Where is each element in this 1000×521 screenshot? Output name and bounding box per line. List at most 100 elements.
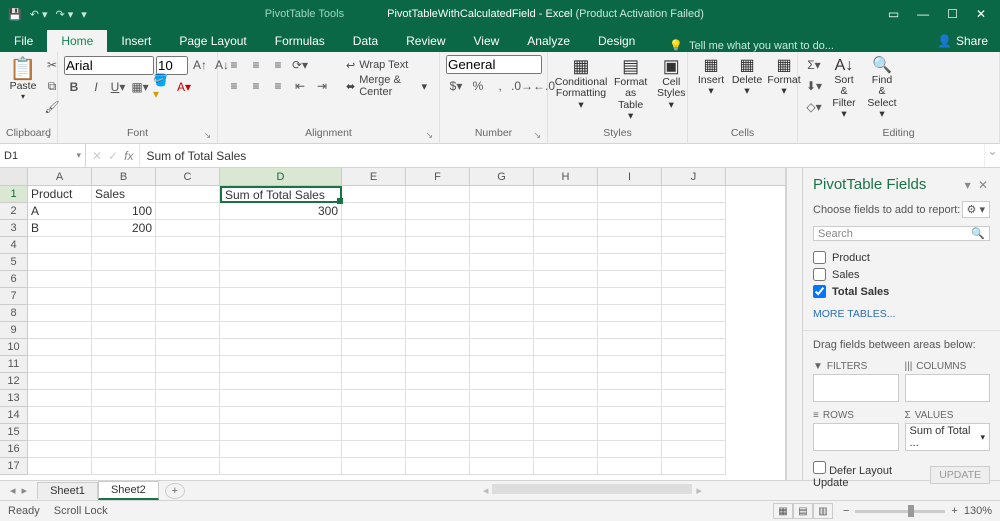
cell-I4[interactable] (598, 237, 662, 254)
cell-B3[interactable]: 200 (92, 220, 156, 237)
enter-formula-icon[interactable]: ✓ (108, 149, 118, 163)
normal-view-button[interactable]: ▦ (773, 503, 793, 519)
tab-view[interactable]: View (460, 30, 514, 52)
italic-button[interactable]: I (86, 77, 106, 97)
cell-B1[interactable]: Sales (92, 186, 156, 203)
clear-button[interactable]: ◇▾ (804, 97, 824, 117)
pane-gear-button[interactable]: ⚙ ▾ (962, 201, 990, 218)
sort-filter-button[interactable]: A↓Sort & Filter▾ (826, 55, 862, 123)
cell-H4[interactable] (534, 237, 598, 254)
row-header-11[interactable]: 11 (0, 356, 28, 373)
cell-J9[interactable] (662, 322, 726, 339)
tab-formulas[interactable]: Formulas (261, 30, 339, 52)
tab-analyze[interactable]: Analyze (513, 30, 584, 52)
cell-A7[interactable] (28, 288, 92, 305)
more-tables-link[interactable]: MORE TABLES... (803, 304, 1000, 324)
cell-D5[interactable] (220, 254, 342, 271)
cell-A17[interactable] (28, 458, 92, 475)
cell-C10[interactable] (156, 339, 220, 356)
find-select-button[interactable]: 🔍Find & Select▾ (864, 55, 900, 123)
cell-D1[interactable]: Sum of Total Sales (220, 186, 342, 203)
field-sales[interactable]: Sales (813, 266, 990, 283)
undo-icon[interactable]: ↶ ▾ (30, 8, 48, 21)
col-header-a[interactable]: A (28, 168, 92, 185)
cell-H3[interactable] (534, 220, 598, 237)
horizontal-scrollbar[interactable]: ◂▸ (185, 484, 1000, 497)
font-size-select[interactable] (156, 56, 188, 75)
row-header-13[interactable]: 13 (0, 390, 28, 407)
font-name-select[interactable] (64, 56, 154, 75)
number-launcher-icon[interactable]: ↘ (533, 130, 541, 141)
cell-A11[interactable] (28, 356, 92, 373)
formula-input[interactable]: Sum of Total Sales (140, 144, 984, 167)
cell-I3[interactable] (598, 220, 662, 237)
cell-H12[interactable] (534, 373, 598, 390)
expand-formula-icon[interactable]: ⌄ (984, 144, 1000, 167)
cell-F2[interactable] (406, 203, 470, 220)
cell-A13[interactable] (28, 390, 92, 407)
cell-C15[interactable] (156, 424, 220, 441)
bold-button[interactable]: B (64, 77, 84, 97)
row-header-5[interactable]: 5 (0, 254, 28, 271)
delete-cells-button[interactable]: ▦Delete▾ (730, 55, 764, 100)
underline-button[interactable]: U▾ (108, 77, 128, 97)
cell-H6[interactable] (534, 271, 598, 288)
align-center-button[interactable]: ≡ (246, 76, 266, 96)
cell-G14[interactable] (470, 407, 534, 424)
tab-design[interactable]: Design (584, 30, 649, 52)
cell-J3[interactable] (662, 220, 726, 237)
cell-G15[interactable] (470, 424, 534, 441)
cell-B10[interactable] (92, 339, 156, 356)
cell-H13[interactable] (534, 390, 598, 407)
cell-styles-button[interactable]: ▣Cell Styles▾ (653, 55, 689, 113)
cell-E9[interactable] (342, 322, 406, 339)
col-header-g[interactable]: G (470, 168, 534, 185)
cell-D4[interactable] (220, 237, 342, 254)
cell-A1[interactable]: Product (28, 186, 92, 203)
update-button[interactable]: UPDATE (930, 466, 990, 484)
cell-B6[interactable] (92, 271, 156, 288)
align-right-button[interactable]: ≡ (268, 76, 288, 96)
decrease-indent-button[interactable]: ⇤ (290, 76, 310, 96)
cell-F17[interactable] (406, 458, 470, 475)
cell-J11[interactable] (662, 356, 726, 373)
cell-D7[interactable] (220, 288, 342, 305)
cell-A3[interactable]: B (28, 220, 92, 237)
cell-F7[interactable] (406, 288, 470, 305)
cell-C11[interactable] (156, 356, 220, 373)
cell-A16[interactable] (28, 441, 92, 458)
font-launcher-icon[interactable]: ↘ (203, 130, 211, 141)
cell-B16[interactable] (92, 441, 156, 458)
cell-D16[interactable] (220, 441, 342, 458)
cell-H10[interactable] (534, 339, 598, 356)
row-header-16[interactable]: 16 (0, 441, 28, 458)
cell-F11[interactable] (406, 356, 470, 373)
tab-file[interactable]: File (0, 30, 47, 52)
cell-B11[interactable] (92, 356, 156, 373)
paste-button[interactable]: 📋 Paste ▾ (6, 55, 40, 104)
row-header-14[interactable]: 14 (0, 407, 28, 424)
cell-I11[interactable] (598, 356, 662, 373)
cell-B15[interactable] (92, 424, 156, 441)
cell-I12[interactable] (598, 373, 662, 390)
cell-G10[interactable] (470, 339, 534, 356)
row-header-6[interactable]: 6 (0, 271, 28, 288)
cell-J15[interactable] (662, 424, 726, 441)
align-left-button[interactable]: ≡ (224, 76, 244, 96)
sheet-nav-next-icon[interactable]: ▸ (22, 484, 28, 497)
cell-G16[interactable] (470, 441, 534, 458)
cell-H15[interactable] (534, 424, 598, 441)
cell-G17[interactable] (470, 458, 534, 475)
cell-E5[interactable] (342, 254, 406, 271)
cell-H1[interactable] (534, 186, 598, 203)
col-header-d[interactable]: D (220, 168, 342, 185)
cell-D12[interactable] (220, 373, 342, 390)
alignment-launcher-icon[interactable]: ↘ (425, 130, 433, 141)
cell-J16[interactable] (662, 441, 726, 458)
cell-B8[interactable] (92, 305, 156, 322)
cell-A5[interactable] (28, 254, 92, 271)
cell-B7[interactable] (92, 288, 156, 305)
font-color-button[interactable]: A▾ (174, 77, 194, 97)
cell-I10[interactable] (598, 339, 662, 356)
row-header-2[interactable]: 2 (0, 203, 28, 220)
